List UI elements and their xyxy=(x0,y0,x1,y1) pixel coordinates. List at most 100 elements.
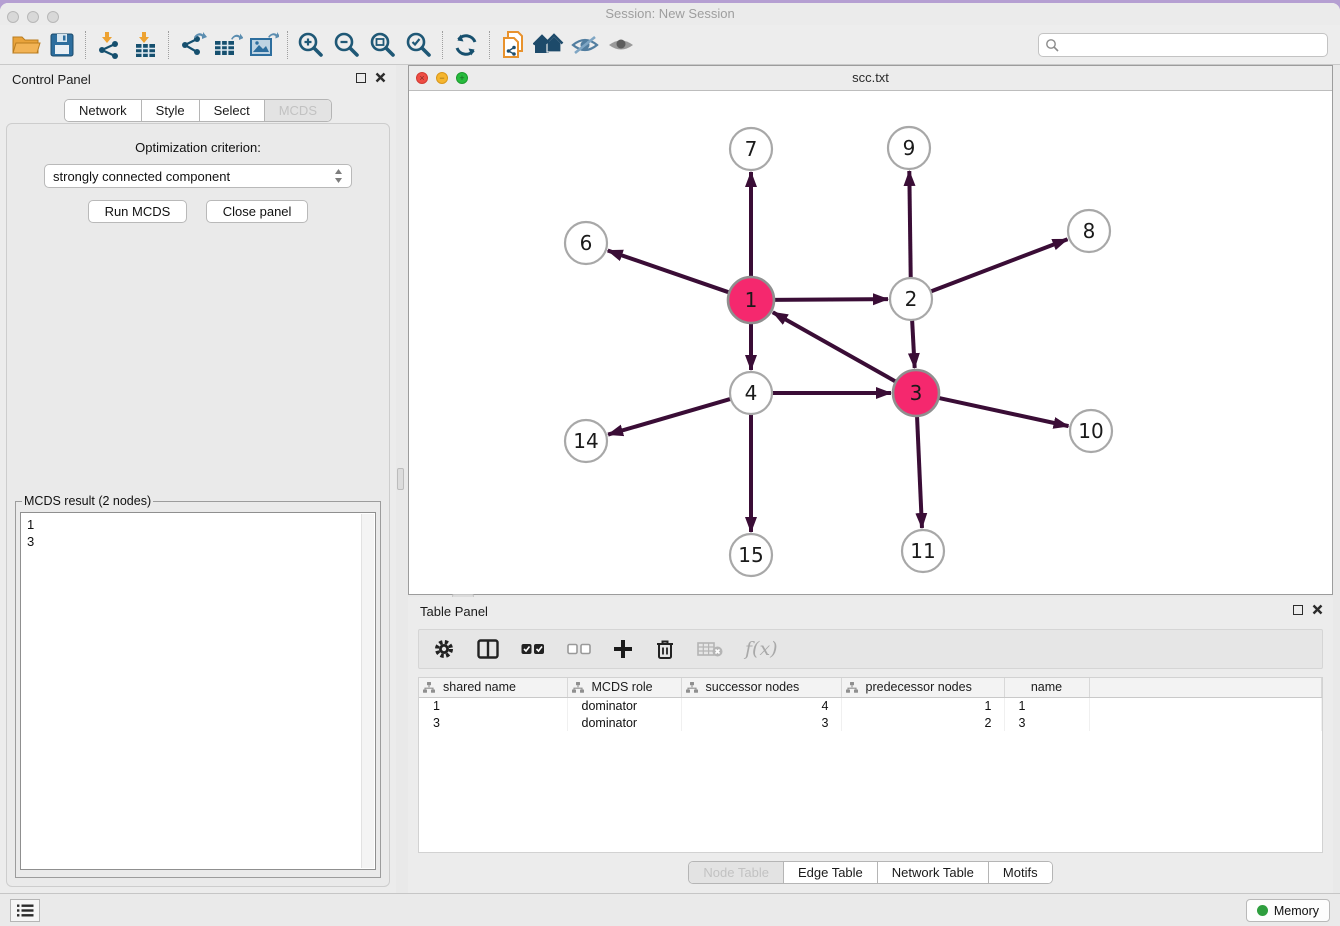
cell-predecessor-nodes[interactable]: 1 xyxy=(841,697,1004,714)
float-panel-icon[interactable] xyxy=(356,73,366,83)
tab-mcds[interactable]: MCDS xyxy=(265,100,331,121)
cell-MCDS-role[interactable]: dominator xyxy=(567,714,681,731)
split-columns-icon[interactable] xyxy=(477,639,499,659)
edge-3-11[interactable] xyxy=(917,415,922,528)
gear-icon[interactable] xyxy=(433,638,455,660)
houses-icon[interactable] xyxy=(531,29,567,61)
cell-successor-nodes[interactable]: 4 xyxy=(681,697,841,714)
node-2[interactable]: 2 xyxy=(890,278,932,320)
tab-style[interactable]: Style xyxy=(142,100,200,121)
node-15[interactable]: 15 xyxy=(730,534,772,576)
zoom-out-icon[interactable] xyxy=(329,29,365,61)
save-icon[interactable] xyxy=(44,29,80,61)
node-4[interactable]: 4 xyxy=(730,372,772,414)
tab-motifs[interactable]: Motifs xyxy=(989,862,1052,883)
search-input[interactable] xyxy=(1059,38,1321,52)
node-label: 6 xyxy=(580,231,593,255)
edge-3-10[interactable] xyxy=(937,398,1068,426)
cell-predecessor-nodes[interactable]: 2 xyxy=(841,714,1004,731)
import-network-icon[interactable] xyxy=(91,29,127,61)
cell-MCDS-role[interactable]: dominator xyxy=(567,697,681,714)
zoom-in-icon[interactable] xyxy=(293,29,329,61)
node-14[interactable]: 14 xyxy=(565,420,607,462)
column-header-name[interactable]: name xyxy=(1004,678,1089,697)
edge-3-1[interactable] xyxy=(773,312,897,382)
network-document-share-icon[interactable] xyxy=(495,29,531,61)
result-scrollbar[interactable] xyxy=(361,514,374,868)
open-folder-icon[interactable] xyxy=(8,29,44,61)
edge-4-14[interactable] xyxy=(608,399,732,435)
close-panel-icon[interactable] xyxy=(375,72,386,83)
toolbar-separator xyxy=(168,31,169,59)
tab-network[interactable]: Network xyxy=(65,100,142,121)
vertical-splitter-grip[interactable] xyxy=(397,468,404,490)
search-field[interactable] xyxy=(1038,33,1328,57)
network-titlebar[interactable]: × − + scc.txt xyxy=(409,66,1332,91)
close-table-panel-icon[interactable] xyxy=(1312,604,1323,615)
column-header-predecessor-nodes[interactable]: predecessor nodes xyxy=(841,678,1004,697)
edge-2-8[interactable] xyxy=(930,239,1068,292)
node-9[interactable]: 9 xyxy=(888,127,930,169)
mcds-result-list[interactable]: 13 xyxy=(20,512,376,870)
node-7[interactable]: 7 xyxy=(730,128,772,170)
criterion-select[interactable]: strongly connected component xyxy=(44,164,352,188)
optimization-criterion-label: Optimization criterion: xyxy=(7,140,389,155)
cell-shared-name[interactable]: 3 xyxy=(419,714,567,731)
tab-node-table[interactable]: Node Table xyxy=(689,862,784,883)
mcds-result-title: MCDS result (2 nodes) xyxy=(22,494,153,508)
tab-network-table[interactable]: Network Table xyxy=(878,862,989,883)
network-canvas[interactable]: 1 2 3 4 6 7 8 9 10 11 14 15 xyxy=(409,91,1332,594)
function-builder-icon[interactable]: f(x) xyxy=(745,638,778,660)
deselect-all-columns-icon[interactable] xyxy=(567,642,591,656)
node-6[interactable]: 6 xyxy=(565,222,607,264)
table-row[interactable]: 1dominator411 xyxy=(419,697,1322,714)
zoom-selected-icon[interactable] xyxy=(401,29,437,61)
cell-shared-name[interactable]: 1 xyxy=(419,697,567,714)
hide-eye-icon[interactable] xyxy=(567,29,603,61)
export-network-icon[interactable] xyxy=(174,29,210,61)
export-table-icon[interactable] xyxy=(210,29,246,61)
column-header-MCDS-role[interactable]: MCDS role xyxy=(567,678,681,697)
float-table-panel-icon[interactable] xyxy=(1293,605,1303,615)
toolbar-separator xyxy=(489,31,490,59)
node-3[interactable]: 3 xyxy=(893,370,939,416)
memory-button[interactable]: Memory xyxy=(1246,899,1330,922)
node-8[interactable]: 8 xyxy=(1068,210,1110,252)
node-1[interactable]: 1 xyxy=(728,277,774,323)
edge-1-6[interactable] xyxy=(608,251,730,293)
zoom-fit-icon[interactable] xyxy=(365,29,401,61)
cell-successor-nodes[interactable]: 3 xyxy=(681,714,841,731)
node-label: 15 xyxy=(738,543,763,567)
column-header-shared-name[interactable]: shared name xyxy=(419,678,567,697)
cell-name[interactable]: 3 xyxy=(1004,714,1089,731)
node-10[interactable]: 10 xyxy=(1070,410,1112,452)
table-panel-title: Table Panel xyxy=(420,604,488,619)
tab-select[interactable]: Select xyxy=(200,100,265,121)
refresh-icon[interactable] xyxy=(448,29,484,61)
tab-edge-table[interactable]: Edge Table xyxy=(784,862,878,883)
window-title: Session: New Session xyxy=(0,6,1340,21)
delete-column-icon[interactable] xyxy=(655,638,675,660)
list-icon xyxy=(17,904,34,917)
select-all-columns-icon[interactable] xyxy=(521,642,545,656)
toolbar-separator xyxy=(85,31,86,59)
task-history-button[interactable] xyxy=(10,899,40,922)
show-eye-icon[interactable] xyxy=(603,29,639,61)
cell-name[interactable]: 1 xyxy=(1004,697,1089,714)
network-graph[interactable]: 1 2 3 4 6 7 8 9 10 11 14 15 xyxy=(409,91,1332,594)
close-panel-button[interactable]: Close panel xyxy=(206,200,309,223)
node-11[interactable]: 11 xyxy=(902,530,944,572)
table-row[interactable]: 3dominator323 xyxy=(419,714,1322,731)
edge-2-9[interactable] xyxy=(909,171,910,279)
delete-table-icon[interactable] xyxy=(697,640,723,658)
edge-1-2[interactable] xyxy=(773,299,888,300)
import-table-icon[interactable] xyxy=(127,29,163,61)
export-image-icon[interactable] xyxy=(246,29,282,61)
column-header-filler xyxy=(1089,678,1322,697)
result-item: 3 xyxy=(27,533,369,550)
edge-2-3[interactable] xyxy=(912,319,915,368)
column-header-successor-nodes[interactable]: successor nodes xyxy=(681,678,841,697)
add-column-icon[interactable] xyxy=(613,639,633,659)
run-mcds-button[interactable]: Run MCDS xyxy=(88,200,188,223)
network-window: × − + scc.txt 1 2 3 4 6 7 8 9 10 11 14 15 xyxy=(408,65,1333,595)
